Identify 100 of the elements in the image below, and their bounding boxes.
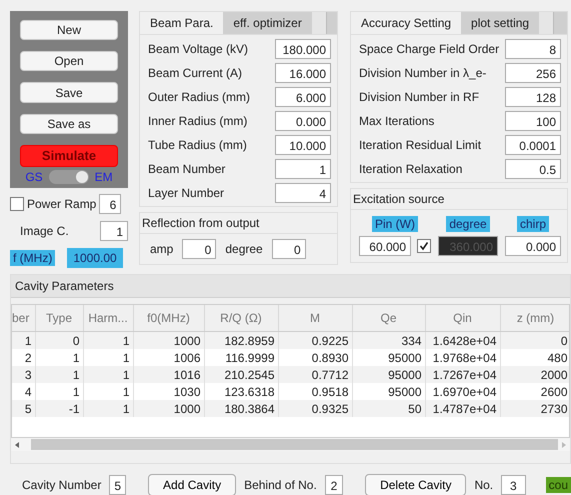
empty-tab-area [326, 12, 337, 34]
checkbox[interactable] [417, 239, 431, 253]
input-field[interactable]: 4 [275, 182, 331, 202]
group-title: Excitation source [351, 189, 567, 210]
field-label: Beam Number [148, 162, 226, 176]
input-field[interactable]: 8 [505, 38, 561, 58]
input-field[interactable]: 5 [109, 475, 126, 495]
field-label: Beam Voltage (kV) [148, 42, 250, 56]
column-header: z (mm) [500, 305, 569, 332]
field-label: Layer Number [148, 186, 226, 200]
input-field[interactable]: 0 [272, 239, 306, 259]
toggle-switch[interactable] [48, 170, 89, 184]
input-field[interactable]: 1 [100, 221, 128, 241]
file-button[interactable]: Save as [20, 114, 118, 134]
field-label: Division Number in RF [359, 90, 480, 104]
table-cell: 1 [83, 400, 133, 417]
status-label: cou [546, 477, 571, 493]
scroll-left-icon[interactable] [15, 442, 19, 448]
table-cell: 1 [12, 332, 35, 349]
panel-title: Cavity Parameters [11, 275, 570, 298]
field-label: Max Iterations [359, 114, 436, 128]
field-label: Iteration Residual Limit [359, 138, 482, 152]
field-label: degree [225, 242, 263, 256]
column-header: f0(MHz) [133, 305, 204, 332]
table-cell: 182.8959 [204, 332, 278, 349]
switch-label: EM [94, 170, 113, 184]
group-title: Reflection from output [140, 213, 337, 234]
table-cell: 0.7712 [278, 366, 352, 383]
table-cell: -1 [35, 400, 83, 417]
table-cell: 1.7267e+04 [425, 366, 500, 383]
input-field[interactable]: 2 [324, 475, 344, 495]
input-field[interactable]: 100 [505, 110, 561, 130]
column-header: Type [35, 305, 83, 332]
field-label: Outer Radius (mm) [148, 90, 252, 104]
switch-label: GS [25, 170, 43, 184]
table-cell: 1 [83, 332, 133, 349]
field-label: Power Ramp [27, 197, 96, 211]
field-label: amp [150, 242, 174, 256]
checkbox[interactable] [10, 197, 24, 211]
add-cavity-button[interactable]: Add Cavity [148, 474, 236, 495]
table-cell: 1000 [133, 332, 204, 349]
table-cell: 0.9225 [278, 332, 352, 349]
frequency-value: 1000.00 [67, 248, 123, 268]
table-cell: 0 [35, 332, 83, 349]
file-button[interactable]: New [20, 20, 118, 40]
column-header: ber [12, 305, 35, 332]
table-cell: 95000 [352, 366, 425, 383]
table-cell: 210.2545 [204, 366, 278, 383]
input-field[interactable]: 256 [505, 62, 561, 82]
field-label: chirp [516, 216, 549, 232]
input-field[interactable]: 1 [275, 158, 331, 178]
tab[interactable]: plot setting [461, 12, 540, 34]
input-field[interactable]: 0.0001 [505, 134, 561, 154]
input-field[interactable]: 0 [182, 239, 216, 259]
field-label: Cavity Number [22, 478, 102, 492]
file-button[interactable]: Save [20, 82, 118, 103]
field-label: Behind of No. [244, 478, 317, 492]
column-header: Harm... [83, 305, 133, 332]
empty-tab-area [553, 12, 567, 34]
input-field[interactable]: 128 [505, 86, 561, 106]
field-label: Inner Radius (mm) [148, 114, 248, 128]
input-field[interactable]: 6 [99, 194, 122, 214]
delete-cavity-button[interactable]: Delete Cavity [365, 474, 466, 495]
input-field[interactable]: 0.000 [275, 110, 331, 130]
tab[interactable]: Beam Para. [140, 12, 224, 34]
input-field[interactable]: 10.000 [275, 134, 331, 154]
tab[interactable]: Accuracy Setting [351, 12, 462, 34]
table-cell: 5 [12, 400, 35, 417]
input-field[interactable]: 180.000 [275, 38, 331, 58]
field-label: Pin (W) [372, 216, 418, 232]
tab[interactable]: eff. optimizer [223, 12, 312, 34]
horizontal-scrollbar[interactable] [11, 438, 570, 451]
table-cell: 2730 [500, 400, 569, 417]
table-cell: 0 [500, 332, 569, 349]
input-field[interactable]: 0.000 [505, 236, 561, 256]
field-label: Division Number in λ_e- [359, 66, 488, 80]
input-field[interactable]: 60.000 [359, 236, 411, 256]
table-cell: 334 [352, 332, 425, 349]
field-label: Iteration Relaxation [359, 162, 464, 176]
file-button[interactable]: Open [20, 51, 118, 72]
field-label: Image C. [20, 224, 70, 238]
table-cell: 180.3864 [204, 400, 278, 417]
column-header: M [278, 305, 352, 332]
input-field[interactable]: 6.000 [275, 86, 331, 106]
input-field[interactable]: 16.000 [275, 62, 331, 82]
table-cell: 2000 [500, 366, 569, 383]
field-label: Space Charge Field Order [359, 42, 500, 56]
input-field[interactable]: 0.5 [505, 158, 561, 178]
input-field[interactable]: 3 [501, 475, 526, 495]
column-header: R/Q (Ω) [204, 305, 278, 332]
column-header: Qe [352, 305, 425, 332]
table-cell: 50 [352, 400, 425, 417]
table-cell: 1.4787e+04 [425, 400, 500, 417]
table-cell: 1.6428e+04 [425, 332, 500, 349]
column-header: Qin [425, 305, 500, 332]
field-label: f (MHz) [10, 250, 56, 266]
field-label: degree [446, 216, 490, 232]
field-label: No. [474, 478, 494, 492]
table-cell: 0.9325 [278, 400, 352, 417]
table-cell: 1000 [133, 400, 204, 417]
